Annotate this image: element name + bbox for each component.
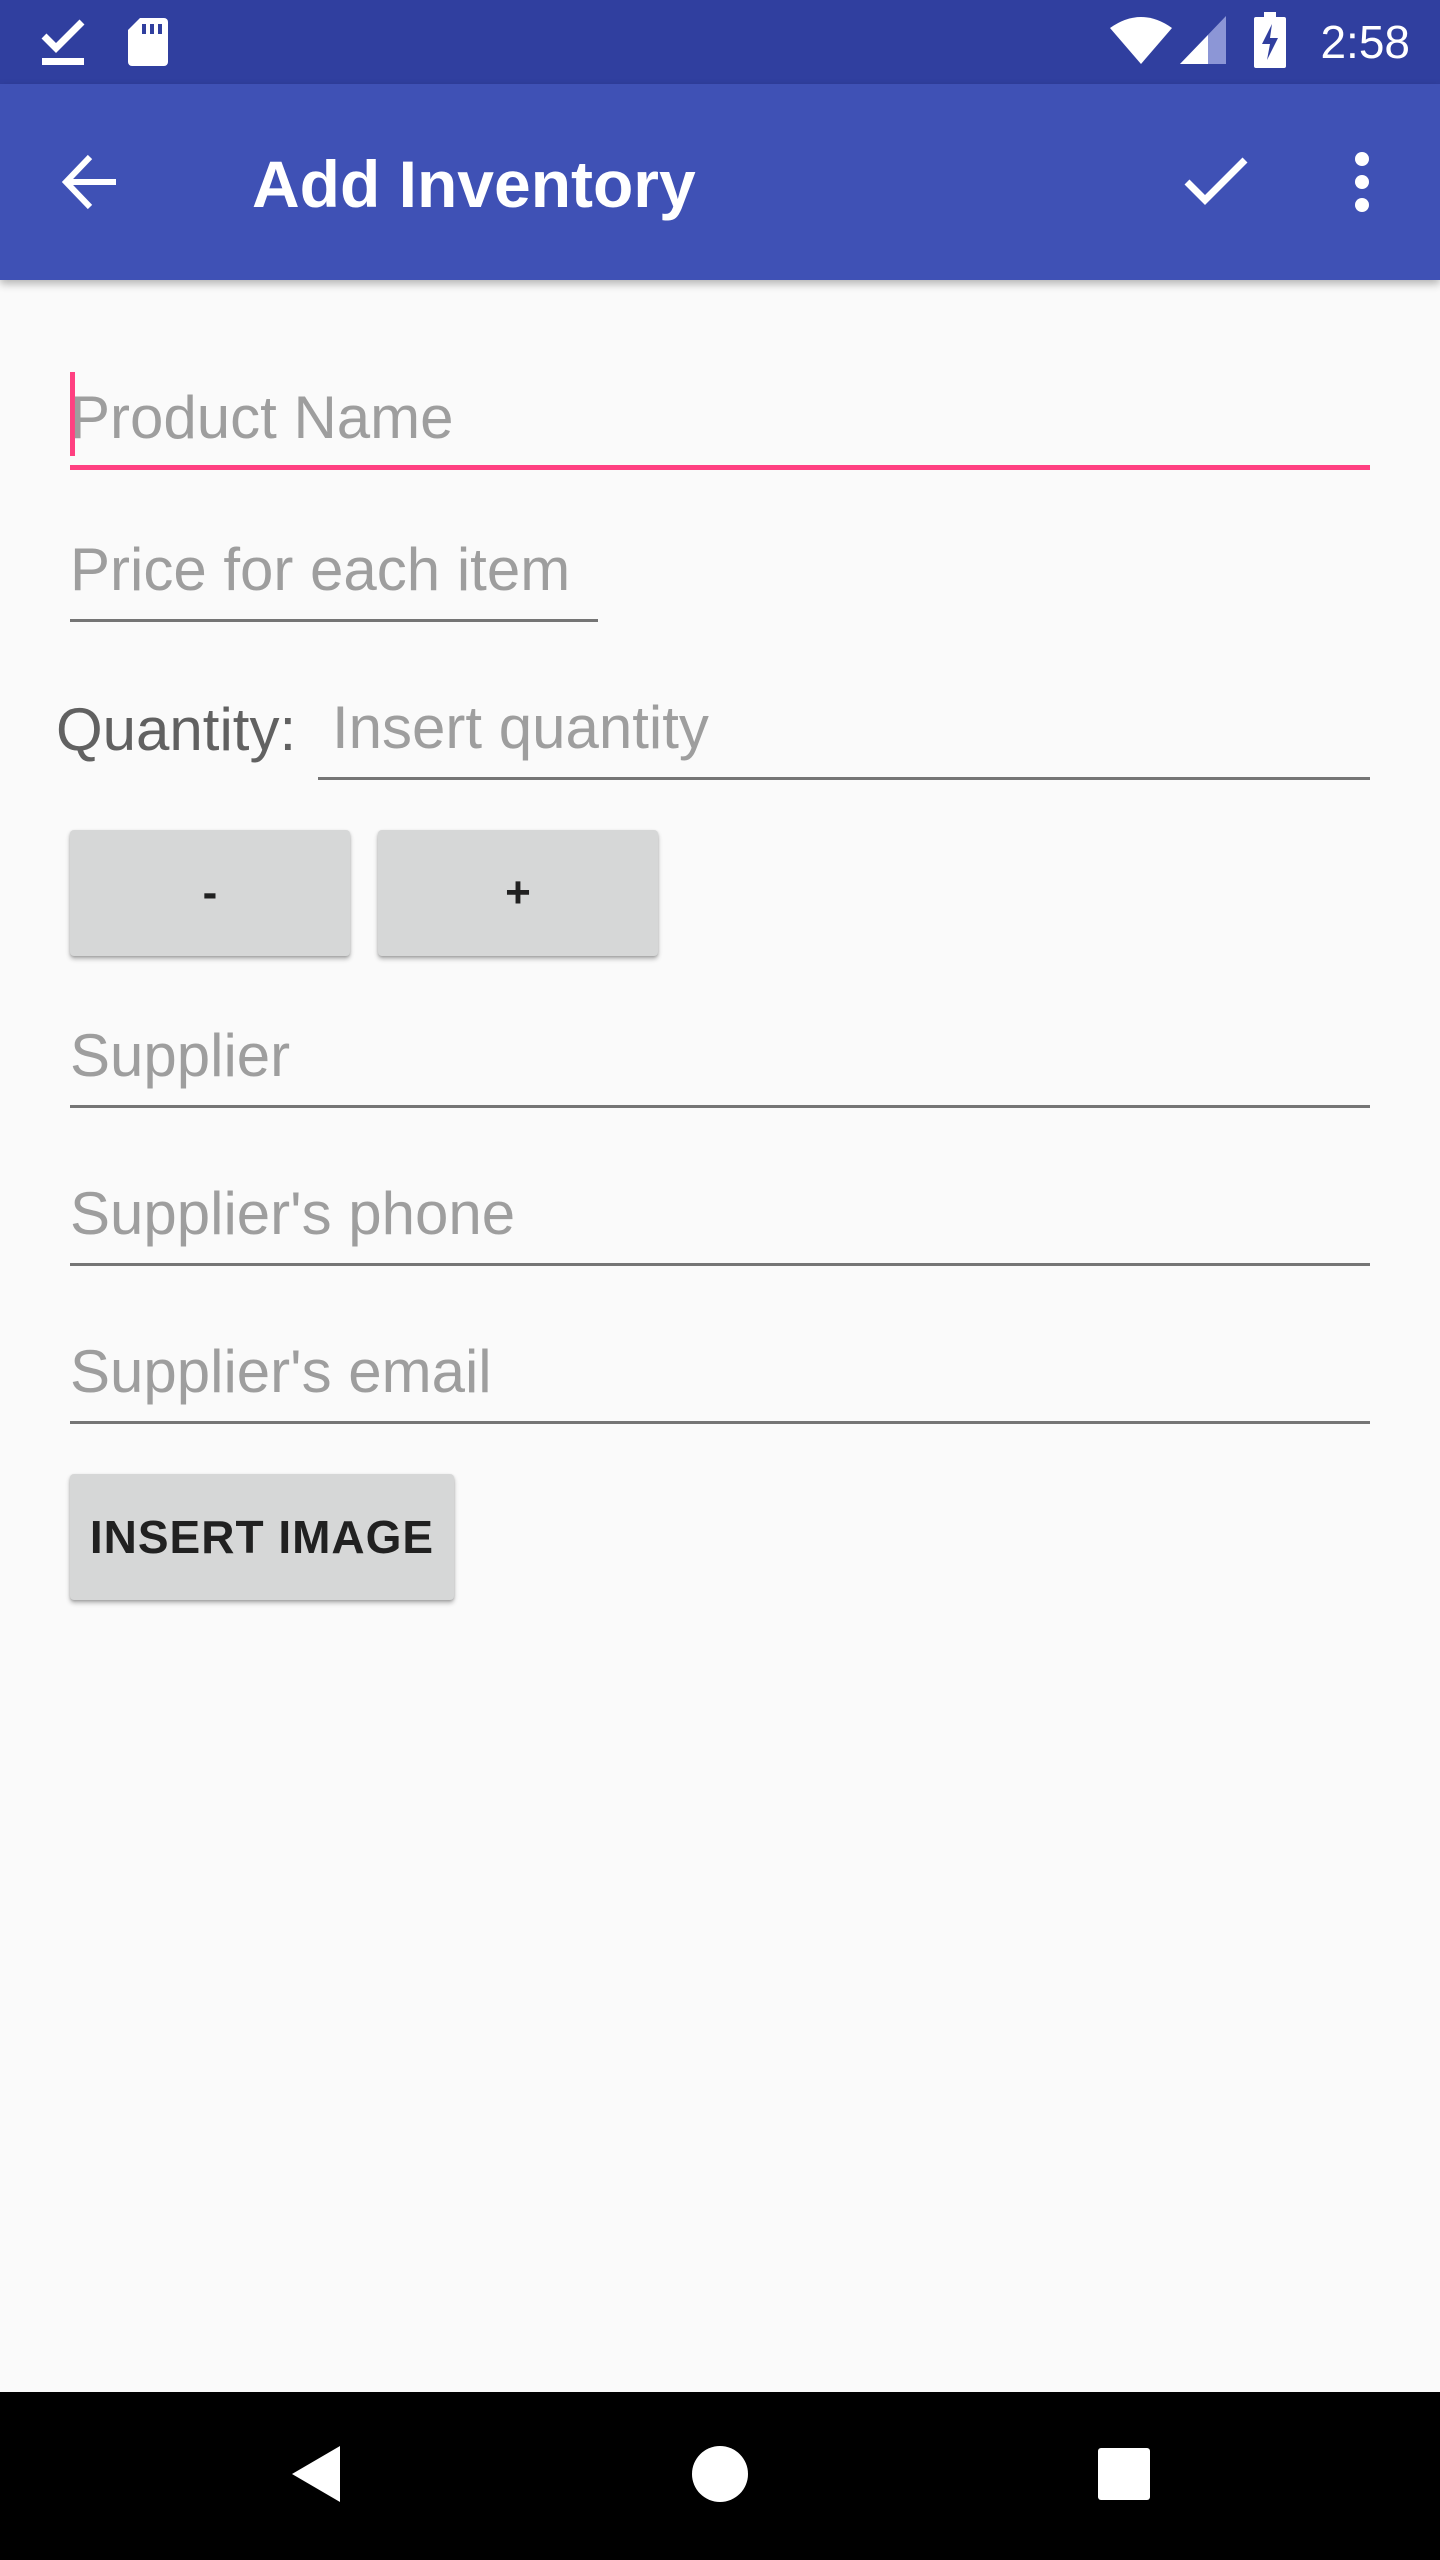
product-name-hint: Product Name [70, 384, 454, 451]
price-field[interactable]: Price for each item [70, 530, 598, 622]
app-bar: Add Inventory [0, 84, 1440, 280]
status-time: 2:58 [1320, 16, 1410, 68]
increment-button[interactable]: + [378, 830, 658, 956]
supplier-field[interactable]: Supplier [70, 1016, 1370, 1108]
home-circle-icon [690, 2444, 750, 2509]
back-triangle-icon [286, 2442, 346, 2511]
price-underline [70, 619, 598, 622]
quantity-underline [318, 777, 1370, 780]
overflow-menu-button[interactable] [1322, 140, 1402, 228]
insert-image-button[interactable]: INSERT IMAGE [70, 1474, 454, 1600]
more-vert-icon [1352, 151, 1372, 217]
download-done-icon [40, 16, 88, 73]
battery-charging-icon [1254, 12, 1286, 73]
decrement-button[interactable]: - [70, 830, 350, 956]
supplier-phone-underline [70, 1263, 1370, 1266]
cell-signal-icon [1178, 14, 1228, 71]
nav-home-button[interactable] [670, 2426, 770, 2526]
product-name-underline [70, 465, 1370, 470]
supplier-email-hint: Supplier's email [70, 1338, 492, 1405]
arrow-back-icon [60, 152, 120, 217]
supplier-phone-field[interactable]: Supplier's phone [70, 1174, 1370, 1266]
navigation-bar [0, 2392, 1440, 2560]
supplier-hint: Supplier [70, 1022, 291, 1089]
supplier-email-field[interactable]: Supplier's email [70, 1332, 1370, 1424]
status-bar: 2:58 [0, 0, 1440, 84]
check-icon [1183, 156, 1249, 213]
supplier-email-underline [70, 1421, 1370, 1424]
nav-recents-button[interactable] [1074, 2426, 1174, 2526]
nav-back-button[interactable] [266, 2426, 366, 2526]
product-name-field[interactable]: Product Name [70, 372, 1370, 470]
supplier-phone-hint: Supplier's phone [70, 1180, 516, 1247]
quantity-field[interactable]: Insert quantity [318, 688, 1370, 780]
quantity-hint: Insert quantity [332, 694, 709, 761]
save-button[interactable] [1176, 144, 1256, 224]
supplier-underline [70, 1105, 1370, 1108]
sd-card-icon [126, 16, 170, 73]
wifi-icon [1108, 14, 1174, 71]
back-button[interactable] [50, 144, 130, 224]
page-title: Add Inventory [252, 147, 696, 221]
recents-square-icon [1097, 2447, 1151, 2506]
quantity-label: Quantity: [56, 696, 297, 763]
price-hint: Price for each item [70, 536, 571, 603]
